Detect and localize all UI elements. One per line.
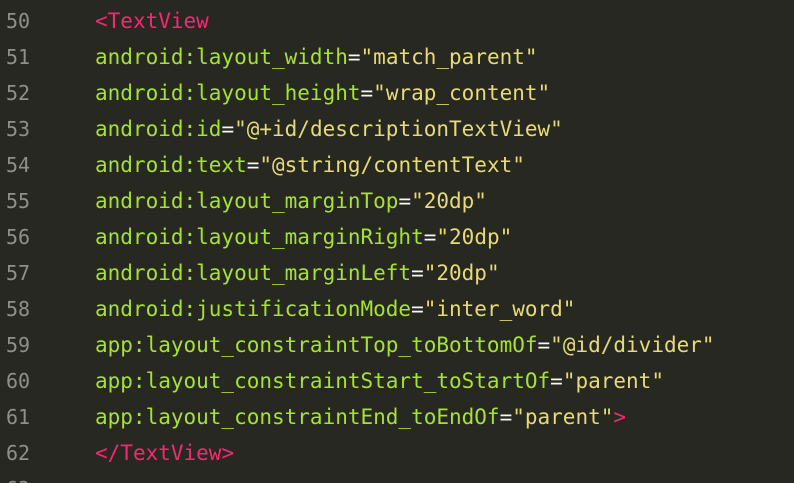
line-code: <TextView <box>95 3 209 39</box>
line-number: 60 <box>6 369 31 393</box>
line-code: app:layout_constraintStart_toStartOf="pa… <box>95 363 664 399</box>
equals-sign: = <box>411 297 424 321</box>
line-number: 56 <box>6 225 31 249</box>
line-number: 58 <box>6 297 31 321</box>
line-code: app:layout_constraintTop_toBottomOf="@id… <box>95 327 715 363</box>
tag-name: TextView <box>107 9 209 33</box>
attribute-value: "20dp" <box>423 261 500 285</box>
line-code: android:layout_marginRight="20dp" <box>95 219 512 255</box>
code-line-58[interactable]: 58 android:justificationMode="inter_word… <box>0 291 794 327</box>
attribute-name: app:layout_constraintEnd_toEndOf <box>95 405 500 429</box>
attribute-value: "@+id/descriptionTextView" <box>234 117 563 141</box>
line-number: 63 <box>6 471 46 483</box>
line-code: </TextView> <box>95 435 234 471</box>
attribute-value: "@id/divider" <box>550 333 715 357</box>
tag-open-bracket: </ <box>95 441 121 465</box>
line-number: 53 <box>6 117 31 141</box>
code-line-55[interactable]: 55 android:layout_marginTop="20dp" <box>0 183 794 219</box>
code-line-52[interactable]: 52 android:layout_height="wrap_content" <box>0 75 794 111</box>
tag-open-bracket: < <box>95 9 108 33</box>
line-number: 52 <box>6 81 31 105</box>
code-line-63[interactable]: 63 <box>0 471 794 483</box>
equals-sign: = <box>221 117 235 141</box>
code-editor[interactable]: 50 <TextView 51 android:layout_width="ma… <box>0 0 794 483</box>
attribute-name: android:layout_height <box>95 81 361 105</box>
code-line-57[interactable]: 57 android:layout_marginLeft="20dp" <box>0 255 794 291</box>
equals-sign: = <box>499 405 513 429</box>
equals-sign: = <box>398 189 412 213</box>
line-number: 54 <box>6 153 31 177</box>
attribute-name: app:layout_constraintStart_toStartOf <box>95 369 551 393</box>
line-code: android:justificationMode="inter_word" <box>95 291 575 327</box>
attribute-name: android:layout_width <box>95 45 348 69</box>
attribute-name: android:id <box>95 117 222 141</box>
attribute-value: "wrap_content" <box>373 81 551 105</box>
equals-sign: = <box>411 261 424 285</box>
equals-sign: = <box>347 45 361 69</box>
code-line-56[interactable]: 56 android:layout_marginRight="20dp" <box>0 219 794 255</box>
line-number: 55 <box>6 189 31 213</box>
line-number: 50 <box>6 9 31 33</box>
tag-close-bracket: > <box>221 441 235 465</box>
line-code: android:layout_height="wrap_content" <box>95 75 550 111</box>
line-number: 51 <box>6 45 31 69</box>
code-line-61[interactable]: 61 app:layout_constraintEnd_toEndOf="par… <box>0 399 794 435</box>
line-number: 57 <box>6 261 31 285</box>
line-code: android:layout_marginLeft="20dp" <box>95 255 500 291</box>
code-line-62[interactable]: 62 </TextView> <box>0 435 794 471</box>
line-number: 61 <box>6 405 31 429</box>
attribute-name: android:text <box>95 153 247 177</box>
attribute-value: "parent" <box>562 369 664 393</box>
attribute-value: "inter_word" <box>423 297 576 321</box>
code-line-50[interactable]: 50 <TextView <box>0 3 794 39</box>
tag-close-bracket: > <box>613 405 627 429</box>
line-code: app:layout_constraintEnd_toEndOf="parent… <box>95 399 626 435</box>
attribute-value: "@string/contentText" <box>259 153 525 177</box>
equals-sign: = <box>360 81 374 105</box>
attribute-name: android:layout_marginRight <box>95 225 424 249</box>
equals-sign: = <box>537 333 551 357</box>
equals-sign: = <box>550 369 563 393</box>
attribute-value: "20dp" <box>436 225 513 249</box>
attribute-value: "parent" <box>512 405 614 429</box>
line-code: android:layout_marginTop="20dp" <box>95 183 487 219</box>
line-code: android:text="@string/contentText" <box>95 147 525 183</box>
line-code: android:id="@+id/descriptionTextView" <box>95 111 563 147</box>
code-line-59[interactable]: 59 app:layout_constraintTop_toBottomOf="… <box>0 327 794 363</box>
attribute-name: android:layout_marginTop <box>95 189 399 213</box>
line-number: 59 <box>6 333 31 357</box>
equals-sign: = <box>246 153 260 177</box>
attribute-name: app:layout_constraintTop_toBottomOf <box>95 333 538 357</box>
code-line-51[interactable]: 51 android:layout_width="match_parent" <box>0 39 794 75</box>
equals-sign: = <box>423 225 437 249</box>
code-line-60[interactable]: 60 app:layout_constraintStart_toStartOf=… <box>0 363 794 399</box>
attribute-name: android:justificationMode <box>95 297 412 321</box>
tag-name: TextView <box>120 441 222 465</box>
code-line-54[interactable]: 54 android:text="@string/contentText" <box>0 147 794 183</box>
code-line-53[interactable]: 53 android:id="@+id/descriptionTextView" <box>0 111 794 147</box>
attribute-value: "20dp" <box>411 189 487 213</box>
line-code: android:layout_width="match_parent" <box>95 39 538 75</box>
attribute-name: android:layout_marginLeft <box>95 261 412 285</box>
line-number: 62 <box>6 441 31 465</box>
attribute-value: "match_parent" <box>360 45 538 69</box>
